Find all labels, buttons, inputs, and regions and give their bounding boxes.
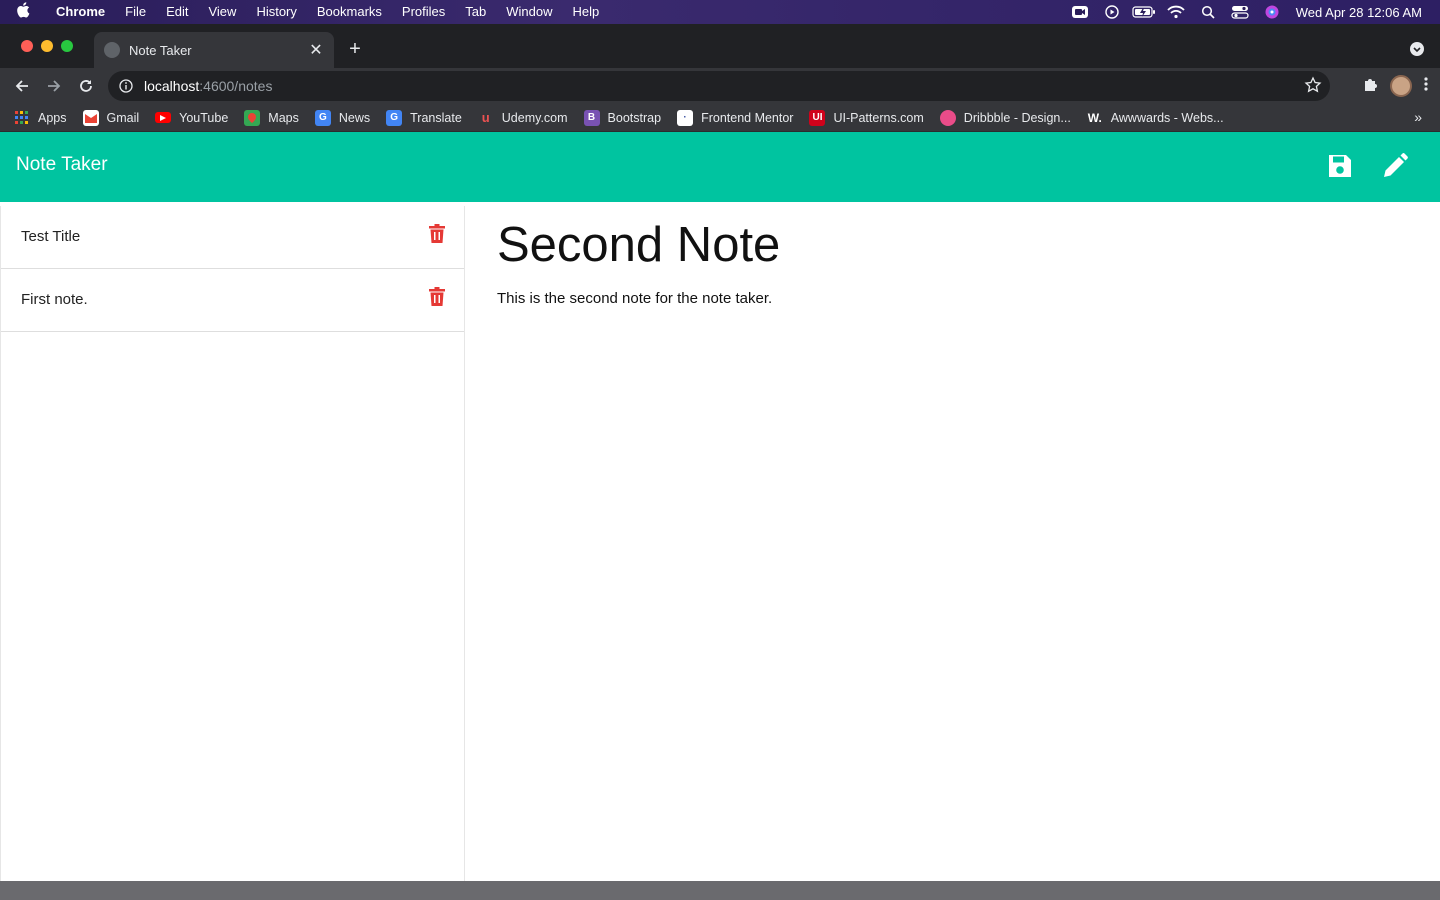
new-note-pencil-icon[interactable] xyxy=(1380,151,1410,181)
bookmark-label: YouTube xyxy=(179,110,229,125)
tab-search-icon[interactable] xyxy=(1410,42,1424,56)
url-host: localhost xyxy=(144,78,200,94)
bookmark-maps[interactable]: Maps xyxy=(244,109,299,126)
spotlight-search-icon[interactable] xyxy=(1192,0,1224,24)
menu-file[interactable]: File xyxy=(115,0,156,24)
youtube-icon xyxy=(155,112,172,123)
app-brand[interactable]: Note Taker xyxy=(16,154,108,176)
maximize-window-button[interactable] xyxy=(61,40,73,52)
bookmark-label: UI-Patterns.com xyxy=(833,110,924,125)
browser-toolbar: localhost:4600/notes xyxy=(0,68,1440,104)
siri-icon[interactable] xyxy=(1256,0,1288,24)
maps-icon xyxy=(244,109,261,126)
bookmark-label: Udemy.com xyxy=(501,110,568,125)
note-text[interactable]: This is the second note for the note tak… xyxy=(497,290,1440,307)
bookmark-label: Maps xyxy=(268,110,299,125)
gmail-icon xyxy=(82,109,99,126)
window-controls xyxy=(21,40,73,52)
bookmark-label: Awwwards - Webs... xyxy=(1110,110,1224,125)
url-path: :4600/notes xyxy=(199,78,273,94)
bookmark-translate[interactable]: G Translate xyxy=(386,109,462,126)
list-item[interactable]: First note. xyxy=(1,269,464,332)
bookmark-apps[interactable]: Apps xyxy=(14,110,67,126)
zoom-camera-icon[interactable] xyxy=(1064,0,1096,24)
menu-edit[interactable]: Edit xyxy=(156,0,198,24)
menu-help[interactable]: Help xyxy=(563,0,610,24)
trash-icon[interactable] xyxy=(429,224,445,244)
note-title[interactable]: Second Note xyxy=(497,218,1440,272)
apple-menu-icon[interactable] xyxy=(0,2,46,22)
control-center-icon[interactable] xyxy=(1224,0,1256,24)
globe-icon xyxy=(104,42,120,58)
translate-icon: G xyxy=(386,109,403,126)
address-bar[interactable]: localhost:4600/notes xyxy=(108,71,1330,101)
play-circle-icon[interactable] xyxy=(1096,0,1128,24)
browser-tab[interactable]: Note Taker ✕ xyxy=(94,32,334,68)
frontend-mentor-icon: · xyxy=(677,109,694,126)
menu-app-name[interactable]: Chrome xyxy=(46,0,115,24)
trash-icon[interactable] xyxy=(429,287,445,307)
bookmark-label: News xyxy=(338,110,371,125)
menu-tab[interactable]: Tab xyxy=(455,0,496,24)
note-list-title: First note. xyxy=(21,291,88,308)
bookmark-dribbble[interactable]: Dribbble - Design... xyxy=(939,109,1071,126)
bookmark-news[interactable]: G News xyxy=(314,109,371,126)
site-info-icon[interactable] xyxy=(108,79,144,93)
menu-window[interactable]: Window xyxy=(496,0,562,24)
menu-history[interactable]: History xyxy=(246,0,306,24)
more-vertical-icon[interactable] xyxy=(1424,76,1428,97)
bookmark-udemy[interactable]: u Udemy.com xyxy=(478,110,568,126)
app-content: Test Title First note. Second Note This … xyxy=(0,206,1440,881)
list-item[interactable]: Test Title xyxy=(1,206,464,269)
udemy-icon: u xyxy=(481,110,490,125)
menu-bar-clock[interactable]: Wed Apr 28 12:06 AM xyxy=(1288,5,1440,20)
close-tab-icon[interactable]: ✕ xyxy=(308,40,324,60)
bookmark-ui-patterns[interactable]: UI UI-Patterns.com xyxy=(809,109,924,126)
tab-strip: Note Taker ✕ + xyxy=(0,24,1440,68)
menu-profiles[interactable]: Profiles xyxy=(392,0,455,24)
bookmark-star-icon[interactable] xyxy=(1304,76,1322,97)
note-view: Second Note This is the second note for … xyxy=(497,206,1440,307)
bookmark-label: Dribbble - Design... xyxy=(963,110,1071,125)
bookmark-label: Frontend Mentor xyxy=(701,110,794,125)
menu-bookmarks[interactable]: Bookmarks xyxy=(307,0,392,24)
bookmark-awwwards[interactable]: W. Awwwards - Webs... xyxy=(1087,110,1224,126)
bootstrap-icon: B xyxy=(583,109,600,126)
app-navbar: Note Taker xyxy=(0,132,1440,202)
reload-icon[interactable] xyxy=(70,70,102,102)
notes-list: Test Title First note. xyxy=(0,206,465,881)
ui-patterns-icon: UI xyxy=(809,109,826,126)
bookmark-frontend-mentor[interactable]: · Frontend Mentor xyxy=(677,109,794,126)
bookmark-label: Bootstrap xyxy=(607,110,662,125)
bookmarks-overflow-icon[interactable]: » xyxy=(1414,109,1422,125)
awwwards-icon: W. xyxy=(1087,110,1102,125)
extensions-puzzle-icon[interactable] xyxy=(1362,76,1378,97)
forward-arrow-icon[interactable] xyxy=(38,70,70,102)
minimize-window-button[interactable] xyxy=(41,40,53,52)
news-icon: G xyxy=(314,109,331,126)
save-note-icon[interactable] xyxy=(1326,152,1354,180)
profile-avatar[interactable] xyxy=(1390,75,1412,97)
tab-title: Note Taker xyxy=(129,42,192,58)
desktop-background xyxy=(0,881,1440,900)
bookmark-label: Apps xyxy=(38,110,67,125)
back-arrow-icon[interactable] xyxy=(6,70,38,102)
battery-icon[interactable] xyxy=(1128,0,1160,24)
bookmark-youtube[interactable]: YouTube xyxy=(155,111,228,125)
note-list-title: Test Title xyxy=(21,228,81,245)
bookmarks-bar: Apps Gmail YouTube Maps G News G Transla… xyxy=(0,104,1440,132)
close-window-button[interactable] xyxy=(21,40,33,52)
bookmark-gmail[interactable]: Gmail xyxy=(82,109,140,126)
bookmark-label: Gmail xyxy=(106,110,140,125)
new-tab-button[interactable]: + xyxy=(344,38,366,60)
bookmark-bootstrap[interactable]: B Bootstrap xyxy=(583,109,662,126)
dribbble-icon xyxy=(939,109,956,126)
wifi-icon[interactable] xyxy=(1160,0,1192,24)
menu-view[interactable]: View xyxy=(198,0,246,24)
macos-menu-bar: Chrome File Edit View History Bookmarks … xyxy=(0,0,1440,24)
apps-grid-icon xyxy=(14,110,30,126)
bookmark-label: Translate xyxy=(410,110,462,125)
